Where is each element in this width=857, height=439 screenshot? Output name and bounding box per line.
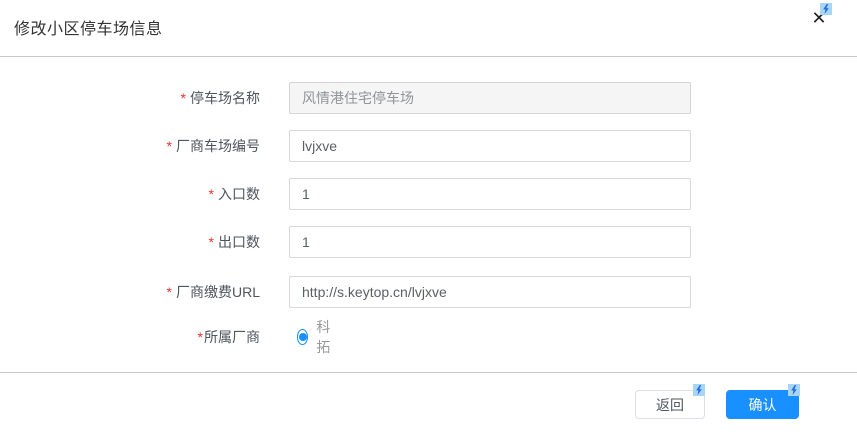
- field-label-text: 出口数: [218, 232, 260, 252]
- field-label: * 厂商缴费URL: [40, 276, 260, 308]
- required-asterisk: *: [198, 329, 203, 345]
- field-label: * 出口数: [40, 226, 260, 258]
- payment-url-input[interactable]: [289, 276, 691, 308]
- radio-selected-icon: [297, 329, 308, 345]
- required-asterisk: *: [209, 234, 214, 250]
- field-label-text: 所属厂商: [204, 327, 260, 347]
- header-divider: [0, 56, 857, 57]
- field-label: * 厂商车场编号: [40, 130, 260, 162]
- field-label: * 所属厂商: [40, 322, 260, 352]
- footer-divider: [0, 372, 857, 373]
- vendor-radio-keytop[interactable]: 科拓: [297, 322, 335, 352]
- field-label-text: 入口数: [218, 184, 260, 204]
- vendor-code-input[interactable]: [289, 130, 691, 162]
- back-button[interactable]: 返回: [635, 390, 705, 419]
- radio-label: 科拓: [316, 317, 335, 357]
- field-label: * 停车场名称: [40, 82, 260, 114]
- modal-title: 修改小区停车场信息: [14, 15, 163, 39]
- required-asterisk: *: [181, 90, 186, 106]
- field-label-text: 停车场名称: [190, 88, 260, 108]
- field-label: * 入口数: [40, 178, 260, 210]
- parking-name-input: [289, 82, 691, 114]
- field-label-text: 厂商车场编号: [176, 136, 260, 156]
- required-asterisk: *: [167, 284, 172, 300]
- close-icon[interactable]: ✕: [808, 8, 830, 30]
- required-asterisk: *: [167, 138, 172, 154]
- confirm-button[interactable]: 确认: [726, 390, 799, 419]
- exit-count-input[interactable]: [289, 226, 691, 258]
- required-asterisk: *: [209, 186, 214, 202]
- field-label-text: 厂商缴费URL: [176, 282, 260, 302]
- entrance-count-input[interactable]: [289, 178, 691, 210]
